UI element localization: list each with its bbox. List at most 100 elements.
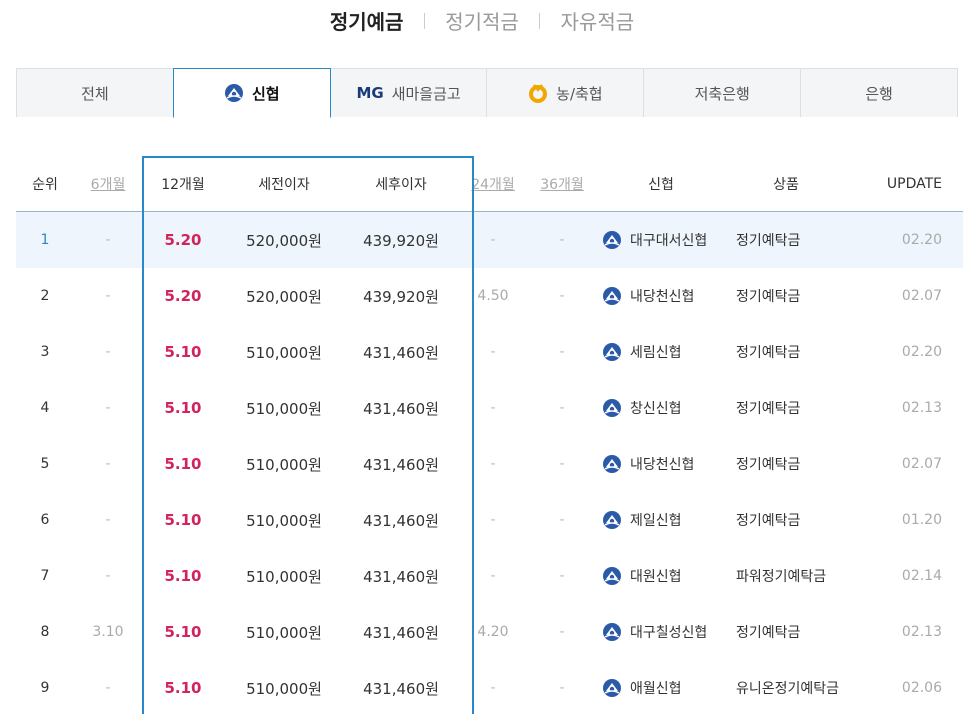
rate-6-month: 3.10: [92, 624, 124, 640]
product-name: 정기예탁금: [736, 457, 801, 473]
posttax-interest: 431,460원: [363, 511, 439, 530]
table-body: 1-5.20 520,000원 439,920원 - - 대구대서신협 정기예탁금 02.20…: [16, 212, 963, 714]
bank-name: 대원신협: [630, 569, 682, 585]
bank-cell[interactable]: 내당천신협: [596, 286, 726, 306]
mg-logo-icon: MG: [356, 84, 384, 102]
product-name: 정기예탁금: [736, 233, 801, 249]
rate-12-month: 5.10: [164, 567, 202, 585]
table-row[interactable]: 6 - 5.10 510,000원 431,460원 - - 제일신협 정기예탁금 01.20: [16, 492, 963, 548]
update-date: 01.20: [901, 512, 942, 528]
tab-shinhyup-label: 신협: [251, 84, 280, 103]
tab-bank[interactable]: 은행: [800, 68, 958, 117]
tab-divider: [539, 12, 541, 29]
rate-36-month: -: [559, 456, 565, 472]
tab-all[interactable]: 전체: [16, 68, 174, 117]
header-posttax: 세후이자: [375, 176, 427, 193]
rate-12-month: 5.10: [164, 679, 202, 697]
nonghyup-logo-icon: [528, 83, 548, 103]
tab-installment-savings[interactable]: 정기적금: [445, 6, 519, 35]
header-36-month[interactable]: 36개월: [528, 174, 596, 194]
product-name: 유니온정기예탁금: [736, 681, 840, 697]
product-name: 파워정기예탁금: [736, 569, 827, 585]
rate-6-month: -: [105, 344, 111, 360]
product-name: 정기예탁금: [736, 289, 801, 305]
pretax-interest: 520,000원: [246, 231, 322, 250]
update-date: 02.20: [901, 232, 942, 248]
tab-shinhyup[interactable]: 신협: [172, 68, 331, 118]
pretax-interest: 510,000원: [246, 343, 322, 362]
rate-24-month: -: [490, 344, 496, 360]
posttax-interest: 439,920원: [363, 287, 439, 306]
table-row[interactable]: 7 - 5.10 510,000원 431,460원 - - 대원신협 파워정기예탁금 02.14: [16, 548, 963, 604]
tab-fixed-deposit[interactable]: 정기예금: [330, 6, 404, 35]
table-row[interactable]: 4 - 5.10 510,000원 431,460원 - - 창신신협 정기예탁금 02.13: [16, 380, 963, 436]
header-12-month: 12개월: [161, 176, 205, 193]
posttax-interest: 431,460원: [363, 455, 439, 474]
table-row[interactable]: 5 - 5.10 510,000원 431,460원 - - 내당천신협 정기예탁금 02.07: [16, 436, 963, 492]
header-bank: 신협: [648, 176, 674, 193]
rank-cell: 4: [40, 400, 50, 416]
table-row[interactable]: 1 - 5.20 520,000원 439,920원 - - 대구대서신협 정기예탁금 02.20: [16, 212, 963, 268]
tab-nonghyup-label: 농/축협: [556, 84, 603, 103]
bank-cell[interactable]: 창신신협: [596, 398, 726, 418]
rate-24-month: -: [490, 400, 496, 416]
header-6-month[interactable]: 6개월: [74, 174, 142, 194]
pretax-interest: 520,000원: [246, 287, 322, 306]
bank-cell[interactable]: 제일신협: [596, 510, 726, 530]
tab-nonghyup[interactable]: 농/축협: [486, 68, 645, 117]
rate-36-month: -: [559, 680, 565, 696]
update-date: 02.14: [901, 568, 942, 584]
shinhyup-logo-icon: [602, 566, 622, 586]
pretax-interest: 510,000원: [246, 679, 322, 698]
posttax-interest: 439,920원: [363, 231, 439, 250]
tab-savings-bank[interactable]: 저축은행: [643, 68, 802, 117]
bank-cell[interactable]: 내당천신협: [596, 454, 726, 474]
pretax-interest: 510,000원: [246, 399, 322, 418]
tab-saemaeul-label: 새마을금고: [391, 84, 461, 103]
bank-cell[interactable]: 세림신협: [596, 342, 726, 362]
shinhyup-logo-icon: [602, 286, 622, 306]
pretax-interest: 510,000원: [246, 567, 322, 586]
posttax-interest: 431,460원: [363, 399, 439, 418]
rank-cell: 8: [40, 624, 50, 640]
tab-saemaeul[interactable]: MG 새마을금고: [329, 68, 488, 117]
table-row[interactable]: 3 - 5.10 510,000원 431,460원 - - 세림신협 정기예탁금 02.20: [16, 324, 963, 380]
rank-cell: 7: [40, 568, 50, 584]
header-24-month[interactable]: 24개월: [458, 174, 528, 194]
tab-divider: [423, 12, 425, 29]
update-date: 02.06: [901, 680, 942, 696]
rate-24-month: -: [490, 568, 496, 584]
bank-cell[interactable]: 대구칠성신협: [596, 622, 726, 642]
bank-name: 제일신협: [630, 513, 682, 529]
posttax-interest: 431,460원: [363, 679, 439, 698]
rate-24-month: -: [490, 680, 496, 696]
rate-24-month: -: [490, 456, 496, 472]
shinhyup-logo-icon: [602, 510, 622, 530]
tab-free-savings[interactable]: 자유적금: [561, 6, 635, 35]
posttax-interest: 431,460원: [363, 567, 439, 586]
tab-savings-bank-label: 저축은행: [694, 84, 750, 103]
update-date: 02.07: [901, 456, 942, 472]
rate-12-month: 5.10: [164, 455, 202, 473]
rank-cell: 5: [40, 456, 50, 472]
table-row[interactable]: 9 - 5.10 510,000원 431,460원 - - 애월신협 유니온정기예탁금 02.0…: [16, 660, 963, 714]
shinhyup-logo-icon: [602, 398, 622, 418]
rate-12-month: 5.20: [164, 287, 202, 305]
table-row[interactable]: 8 3.10 5.10 510,000원 431,460원 4.20 - 대구칠성신협 정기예탁…: [16, 604, 963, 660]
update-date: 02.13: [901, 400, 942, 416]
rate-6-month: -: [105, 680, 111, 696]
bank-cell[interactable]: 대원신협: [596, 566, 726, 586]
pretax-interest: 510,000원: [246, 511, 322, 530]
product-name: 정기예탁금: [736, 345, 801, 361]
product-name: 정기예탁금: [736, 513, 801, 529]
product-type-tabs: 정기예금 정기적금 자유적금: [0, 6, 964, 35]
table-row[interactable]: 2 - 5.20 520,000원 439,920원 4.50 - 내당천신협 정기예탁금 02.…: [16, 268, 963, 324]
rate-36-month: -: [559, 344, 565, 360]
shinhyup-logo-icon: [602, 342, 622, 362]
bank-cell[interactable]: 대구대서신협: [596, 230, 726, 250]
rate-24-month: -: [490, 512, 496, 528]
posttax-interest: 431,460원: [363, 623, 439, 642]
rate-6-month: -: [105, 400, 111, 416]
bank-cell[interactable]: 애월신협: [596, 678, 726, 698]
bank-name: 대구대서신협: [630, 233, 708, 249]
